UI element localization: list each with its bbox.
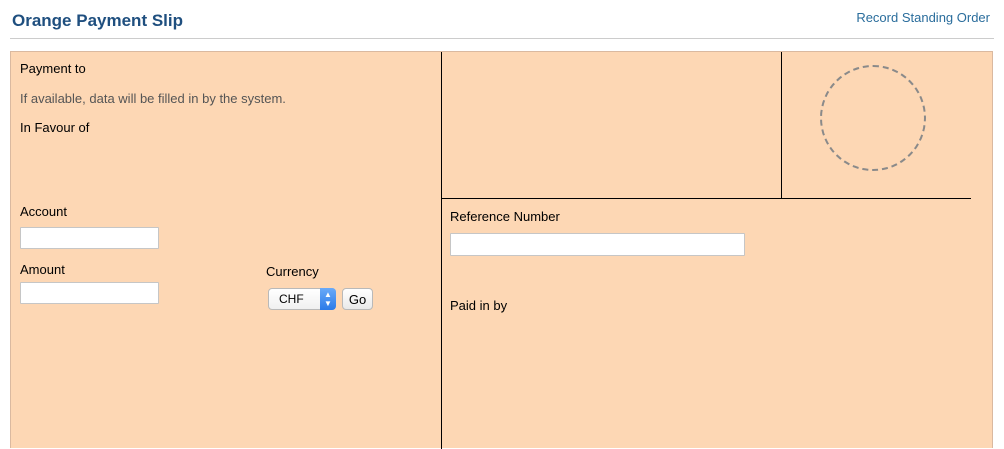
currency-label: Currency: [266, 264, 319, 279]
page-title: Orange Payment Slip: [12, 11, 183, 30]
payment-slip: Payment to If available, data will be fi…: [10, 51, 993, 449]
go-button[interactable]: Go: [342, 288, 373, 310]
slip-divider-horizontal: [441, 198, 971, 199]
record-standing-order-link[interactable]: Record Standing Order: [856, 10, 990, 25]
slip-divider-vertical: [441, 52, 442, 449]
reference-number-label: Reference Number: [450, 209, 560, 224]
autofill-hint: If available, data will be filled in by …: [20, 91, 286, 106]
stamp-box-divider: [781, 52, 782, 199]
select-arrows-icon: ▲ ▼: [320, 288, 336, 310]
payment-to-label: Payment to: [20, 61, 86, 76]
amount-input[interactable]: [20, 282, 159, 304]
paid-in-by-label: Paid in by: [450, 298, 508, 313]
currency-select[interactable]: CHF ▲ ▼: [268, 288, 336, 310]
account-input[interactable]: [20, 227, 159, 249]
stamp-circle-icon: [820, 65, 926, 171]
in-favour-of-label: In Favour of: [20, 120, 90, 135]
amount-label: Amount: [20, 262, 65, 277]
reference-number-input[interactable]: [450, 233, 745, 256]
title-divider: [10, 38, 994, 39]
currency-selected-value: CHF: [279, 292, 304, 306]
account-label: Account: [20, 204, 67, 219]
